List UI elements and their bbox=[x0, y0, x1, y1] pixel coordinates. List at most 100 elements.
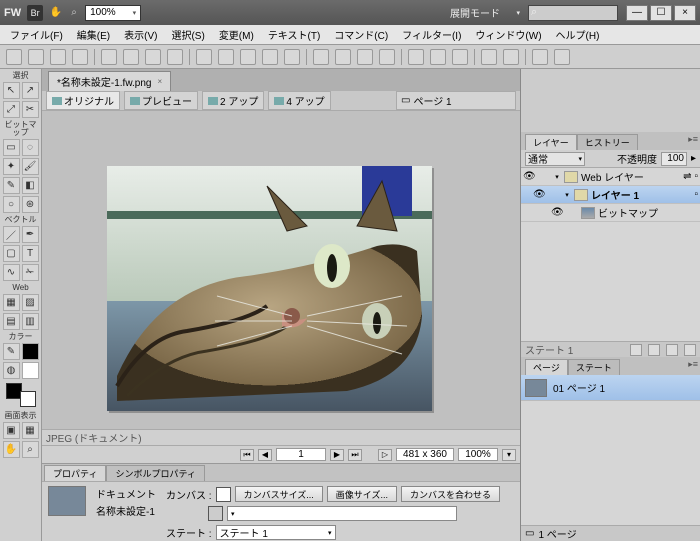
page-selector[interactable]: ▭ページ 1 bbox=[396, 91, 516, 110]
std-view[interactable]: ▣ bbox=[3, 422, 20, 439]
lock-icon[interactable]: ▫ bbox=[694, 189, 698, 200]
freeform-tool[interactable]: ∿ bbox=[3, 264, 20, 281]
slice-tool[interactable]: ▨ bbox=[22, 294, 39, 311]
delete-layer[interactable] bbox=[684, 344, 696, 356]
optbtn[interactable] bbox=[503, 49, 519, 65]
optbtn[interactable] bbox=[335, 49, 351, 65]
menu-view[interactable]: 表示(V) bbox=[118, 27, 163, 42]
tab-history[interactable]: ヒストリー bbox=[577, 134, 638, 150]
image-size-button[interactable]: 画像サイズ... bbox=[327, 486, 397, 502]
hand-icon[interactable]: ✋ bbox=[49, 6, 63, 20]
document-tab[interactable]: *名称未設定-1.fw.png × bbox=[48, 71, 171, 91]
maximize-button[interactable]: ☐ bbox=[650, 5, 672, 21]
menu-edit[interactable]: 編集(E) bbox=[71, 27, 116, 42]
canvas-color[interactable] bbox=[216, 487, 231, 502]
pointer-tool[interactable]: ↖ bbox=[3, 82, 20, 99]
search-input[interactable] bbox=[528, 5, 618, 21]
lock-icon[interactable]: ▫ bbox=[694, 171, 698, 182]
optbtn[interactable] bbox=[28, 49, 44, 65]
layer-row[interactable]: 👁 ビットマップ bbox=[521, 204, 700, 222]
optbtn[interactable] bbox=[145, 49, 161, 65]
eraser-tool[interactable]: ◧ bbox=[22, 177, 39, 194]
optbtn[interactable] bbox=[313, 49, 329, 65]
rect-tool[interactable]: ▢ bbox=[3, 245, 20, 262]
fit-canvas-button[interactable]: カンバスを合わせる bbox=[401, 486, 500, 502]
nav-zoom[interactable]: 100% bbox=[458, 448, 498, 461]
menu-select[interactable]: 選択(S) bbox=[165, 27, 210, 42]
optbtn[interactable] bbox=[123, 49, 139, 65]
panel-menu-icon[interactable]: ▸≡ bbox=[688, 359, 698, 370]
optbtn[interactable] bbox=[284, 49, 300, 65]
new-folder[interactable] bbox=[648, 344, 660, 356]
hand-tool[interactable]: ✋ bbox=[3, 441, 20, 458]
crop-tool[interactable]: ✂ bbox=[22, 101, 39, 118]
subselect-tool[interactable]: ↗ bbox=[22, 82, 39, 99]
menu-file[interactable]: ファイル(F) bbox=[4, 27, 69, 42]
stroke-swatch[interactable] bbox=[22, 343, 39, 360]
lasso-tool[interactable]: ◌ bbox=[22, 139, 39, 156]
visibility-icon[interactable]: 👁 bbox=[551, 207, 563, 218]
bridge-button[interactable]: Br bbox=[27, 5, 43, 21]
tab-layers[interactable]: レイヤー bbox=[525, 134, 577, 150]
nav-next[interactable]: ▶ bbox=[330, 449, 344, 461]
optbtn[interactable] bbox=[218, 49, 234, 65]
misc-swatch[interactable] bbox=[208, 506, 223, 521]
text-tool[interactable]: T bbox=[22, 245, 39, 262]
close-button[interactable]: × bbox=[674, 5, 696, 21]
hide-slice[interactable]: ▤ bbox=[3, 313, 20, 330]
pen-tool[interactable]: ✒ bbox=[22, 226, 39, 243]
view-preview[interactable]: プレビュー bbox=[124, 91, 198, 110]
optbtn[interactable] bbox=[408, 49, 424, 65]
optbtn[interactable] bbox=[50, 49, 66, 65]
zoom-select[interactable]: 100% bbox=[85, 5, 141, 21]
optbtn[interactable] bbox=[452, 49, 468, 65]
state-select[interactable]: ステート 1 bbox=[216, 525, 336, 540]
view-4up[interactable]: 4 アップ bbox=[268, 91, 330, 110]
optbtn[interactable] bbox=[167, 49, 183, 65]
blend-mode[interactable]: 通常 bbox=[525, 152, 585, 166]
brush-tool[interactable]: 🖌 bbox=[22, 158, 39, 175]
close-tab-icon[interactable]: × bbox=[157, 77, 162, 86]
optbtn[interactable] bbox=[6, 49, 22, 65]
zoom-icon[interactable]: ⌕ bbox=[67, 6, 81, 20]
hotspot-tool[interactable]: ▦ bbox=[3, 294, 20, 311]
optbtn[interactable] bbox=[554, 49, 570, 65]
canvas[interactable] bbox=[42, 111, 520, 429]
optbtn[interactable] bbox=[532, 49, 548, 65]
marquee-tool[interactable]: ▭ bbox=[3, 139, 20, 156]
tab-pages[interactable]: ページ bbox=[525, 359, 568, 375]
menu-window[interactable]: ウィンドウ(W) bbox=[469, 27, 547, 42]
misc-select[interactable] bbox=[227, 506, 457, 521]
full-view[interactable]: ▦ bbox=[22, 422, 39, 439]
optbtn[interactable] bbox=[262, 49, 278, 65]
zoom-tool[interactable]: ⌕ bbox=[22, 441, 39, 458]
nav-menu[interactable]: ▾ bbox=[502, 449, 516, 461]
knife-tool[interactable]: ✁ bbox=[22, 264, 39, 281]
optbtn[interactable] bbox=[430, 49, 446, 65]
nav-prev[interactable]: ◀ bbox=[258, 449, 272, 461]
menu-text[interactable]: テキスト(T) bbox=[262, 27, 326, 42]
swap-colors[interactable] bbox=[6, 383, 36, 407]
page-row[interactable]: 01 ページ 1 bbox=[521, 375, 700, 401]
artboard[interactable] bbox=[107, 166, 432, 411]
nav-play[interactable]: ▷ bbox=[378, 449, 392, 461]
visibility-icon[interactable]: 👁 bbox=[533, 189, 545, 200]
opacity-input[interactable]: 100 bbox=[661, 152, 687, 166]
nav-frame[interactable]: 1 bbox=[276, 448, 326, 461]
menu-modify[interactable]: 変更(M) bbox=[213, 27, 260, 42]
fold-icon[interactable]: ▾ bbox=[553, 173, 561, 181]
optbtn[interactable] bbox=[72, 49, 88, 65]
new-sublayer[interactable] bbox=[630, 344, 642, 356]
tab-properties[interactable]: プロパティ bbox=[44, 465, 106, 481]
canvas-size-button[interactable]: カンバスサイズ... bbox=[235, 486, 323, 502]
menu-help[interactable]: ヘルプ(H) bbox=[550, 27, 606, 42]
blur-tool[interactable]: ○ bbox=[3, 196, 20, 213]
display-mode-dropdown[interactable] bbox=[502, 5, 520, 21]
nav-first[interactable]: ⏮ bbox=[240, 449, 254, 461]
visibility-icon[interactable]: 👁 bbox=[523, 171, 535, 182]
menu-commands[interactable]: コマンド(C) bbox=[328, 27, 394, 42]
fill-swatch[interactable] bbox=[22, 362, 39, 379]
view-2up[interactable]: 2 アップ bbox=[202, 91, 264, 110]
layer-row[interactable]: 👁 ▾ レイヤー 1 ▫ bbox=[521, 186, 700, 204]
new-layer[interactable] bbox=[666, 344, 678, 356]
